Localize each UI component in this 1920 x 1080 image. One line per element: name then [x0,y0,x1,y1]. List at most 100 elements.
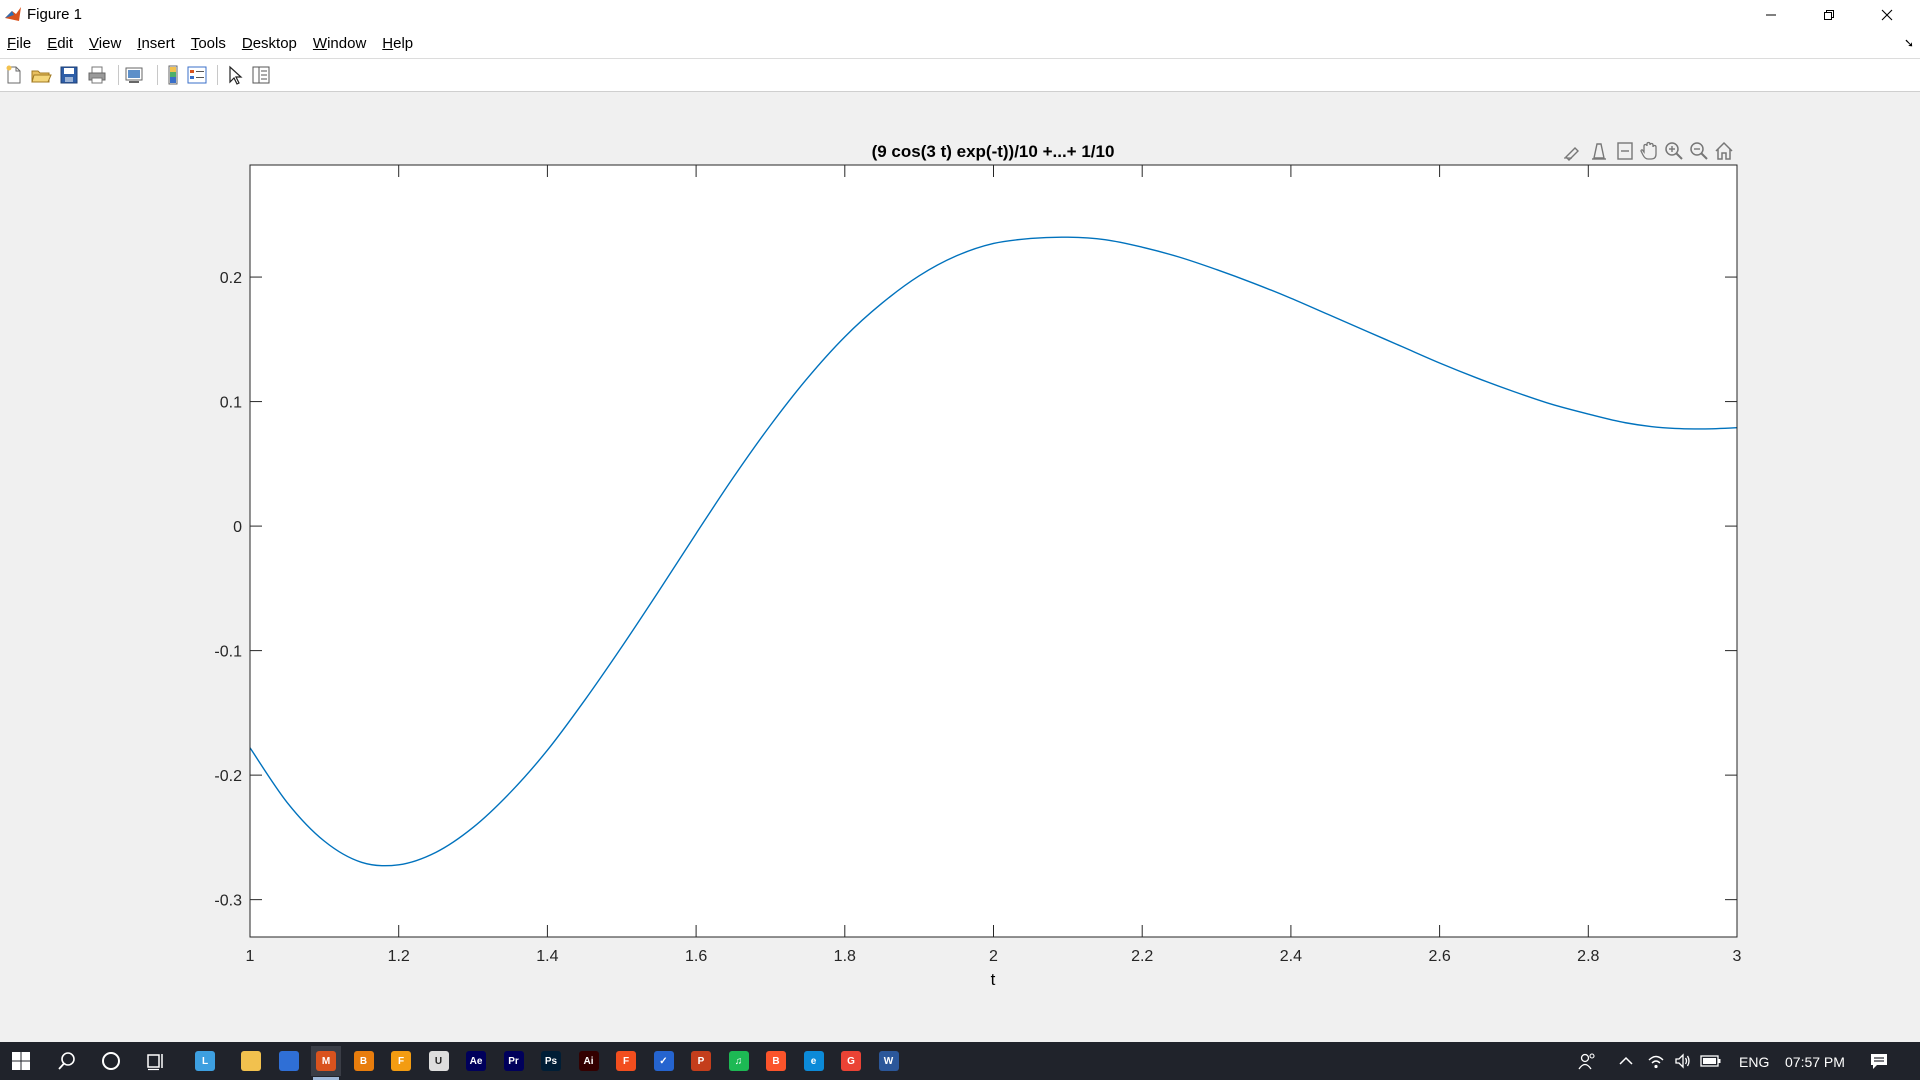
powerpoint-taskbar-icon[interactable]: P [686,1046,716,1076]
l-app-taskbar-icon[interactable]: L [190,1046,220,1076]
word-badge: W [878,1051,899,1071]
menu-help-label: elp [393,35,414,52]
restore-icon [1824,10,1834,20]
volume-button[interactable] [1668,1046,1698,1076]
save-icon[interactable] [58,64,80,86]
start-button[interactable] [6,1046,36,1076]
network-button[interactable] [1641,1046,1671,1076]
word-taskbar-icon[interactable]: W [874,1046,904,1076]
todo-taskbar-icon[interactable]: ✓ [649,1046,679,1076]
menu-help-accel: H [382,35,394,52]
menu-window[interactable]: Window [305,30,374,58]
y-tick-label: 0.1 [220,395,242,412]
menu-desktop[interactable]: Desktop [234,30,305,58]
line-chart[interactable]: 1 1.2 1.4 1.6 1.8 2 2.2 2.4 2.6 2.8 3 -0.3 -0.2 -0.1 0… [0,92,1920,1042]
menu-insert[interactable]: Insert [129,30,183,58]
cortana-button[interactable] [96,1046,126,1076]
edit-plot-icon[interactable] [224,64,246,86]
data-tips-icon[interactable] [1588,140,1610,162]
menu-insert-label: nsert [141,35,175,52]
fl-studio-taskbar-icon[interactable]: F [386,1046,416,1076]
figma-taskbar-icon[interactable]: F [611,1046,641,1076]
menu-view-label: iew [98,35,122,52]
window-title: Figure 1 [27,6,83,23]
menu-edit[interactable]: Edit [39,30,81,58]
chrome-badge: G [841,1051,861,1071]
brush-icon[interactable] [1562,140,1584,162]
edge-taskbar-icon[interactable]: e [799,1046,829,1076]
spotify-taskbar-icon[interactable]: ♫ [724,1046,754,1076]
minimize-button[interactable] [1742,0,1800,30]
menu-help[interactable]: Help [374,30,421,58]
menu-bar: File Edit View Insert Tools Desktop Wind… [0,30,1920,58]
title-bar: Figure 1 [0,0,1920,30]
pan-icon[interactable] [1638,140,1660,162]
input-language-indicator[interactable]: ENG [1739,1054,1769,1070]
cortana-icon [102,1052,120,1070]
figure-toolbar [0,58,1920,92]
menu-view-accel: V [89,35,99,52]
spotify-badge: ♫ [728,1051,749,1071]
file-explorer-badge [241,1051,261,1071]
after-effects-badge: Ae [466,1051,486,1071]
x-tick-label: 1.8 [834,948,856,965]
x-tick-label: 2.2 [1131,948,1153,965]
link-plot-icon[interactable] [123,64,145,86]
restore-view-icon[interactable] [1614,140,1636,162]
menu-file-label: ile [16,35,32,52]
menu-tools[interactable]: Tools [183,30,234,58]
print-icon[interactable] [86,64,108,86]
property-inspector-icon[interactable] [250,64,272,86]
y-tick-label: -0.2 [214,768,242,785]
toolbar-separator [217,65,218,85]
after-effects-taskbar-icon[interactable]: Ae [461,1046,491,1076]
wifi-icon [1648,1055,1664,1069]
figma-badge: F [616,1051,636,1071]
action-center-button[interactable] [1864,1046,1894,1076]
chrome-taskbar-icon[interactable]: G [836,1046,866,1076]
people-button[interactable] [1572,1046,1602,1076]
blender-taskbar-icon[interactable]: B [349,1046,379,1076]
x-tick-label: 2.6 [1428,948,1450,965]
windows-logo-icon [12,1052,30,1070]
toolbar-separator [157,65,158,85]
search-button[interactable] [52,1046,82,1076]
photoshop-taskbar-icon[interactable]: Ps [536,1046,566,1076]
illustrator-badge: Ai [578,1051,599,1071]
premiere-badge: Pr [503,1051,524,1071]
open-file-icon[interactable] [30,64,52,86]
clock[interactable]: 07:57 PM [1785,1054,1845,1070]
x-tick-label: 3 [1733,948,1742,965]
menu-file[interactable]: File [0,30,39,58]
premiere-taskbar-icon[interactable]: Pr [499,1046,529,1076]
battery-button[interactable] [1696,1046,1726,1076]
blender-badge: B [353,1051,374,1071]
x-tick-label: 2.8 [1577,948,1599,965]
store-badge [278,1051,299,1071]
insert-colorbar-icon[interactable] [162,64,184,86]
new-figure-icon[interactable] [3,64,25,86]
menu-desktop-accel: D [241,35,253,52]
file-explorer-taskbar-icon[interactable] [236,1046,266,1076]
battery-icon [1700,1055,1721,1067]
brave-taskbar-icon[interactable]: B [761,1046,791,1076]
unity-taskbar-icon[interactable]: U [424,1046,454,1076]
zoom-in-icon[interactable] [1663,140,1685,162]
close-button[interactable] [1858,0,1916,30]
store-taskbar-icon[interactable] [274,1046,304,1076]
windows-taskbar: L M B F U Ae Pr Ps Ai F ✓ P ♫ Be G W ENG 07:57 PM [0,1042,1920,1080]
notifications-icon [1871,1054,1887,1069]
todo-badge: ✓ [653,1051,674,1071]
insert-legend-icon[interactable] [186,64,208,86]
menu-edit-accel: E [47,35,58,52]
home-icon[interactable] [1713,140,1735,162]
show-hidden-icons-button[interactable] [1611,1046,1641,1076]
matlab-taskbar-icon[interactable]: M [311,1046,341,1080]
dock-figure-icon[interactable]: ➘ [1904,36,1914,50]
x-tick-label: 1.6 [685,948,707,965]
zoom-out-icon[interactable] [1688,140,1710,162]
task-view-button[interactable] [141,1046,171,1076]
menu-view[interactable]: View [81,30,129,58]
illustrator-taskbar-icon[interactable]: Ai [574,1046,604,1076]
restore-button[interactable] [1800,0,1858,30]
